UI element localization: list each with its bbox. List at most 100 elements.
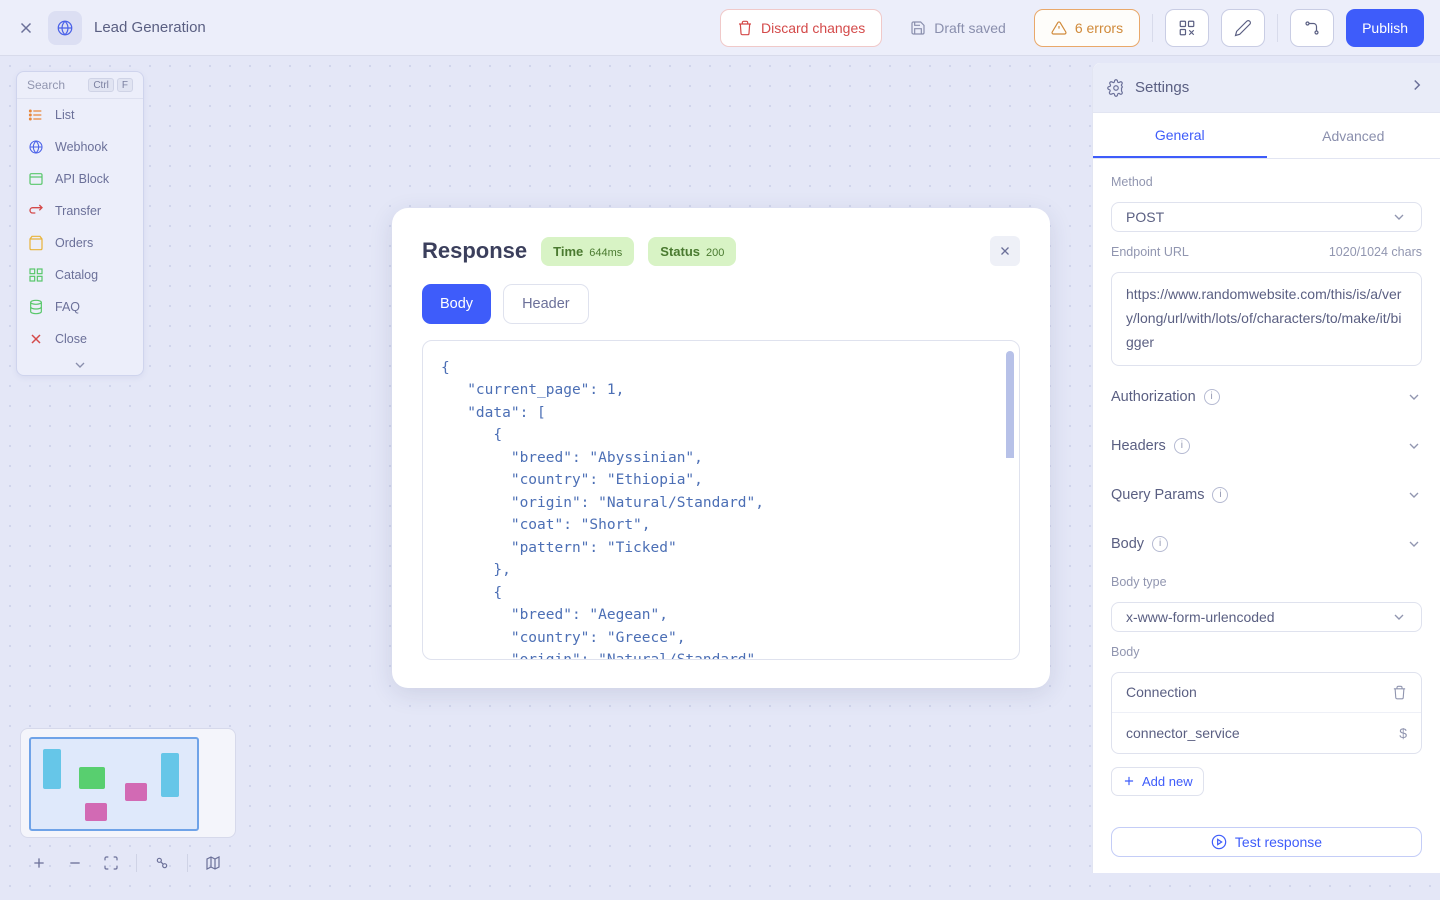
body-type-select[interactable]: x-www-form-urlencoded: [1111, 602, 1422, 632]
warning-icon: [1051, 20, 1067, 36]
body-row[interactable]: connector_service $: [1112, 713, 1421, 753]
section-headers[interactable]: Headers i: [1111, 428, 1422, 464]
minimap-block: [79, 767, 105, 789]
info-icon: i: [1152, 536, 1168, 552]
zoom-in-button[interactable]: [28, 852, 50, 874]
redo-icon: [27, 202, 45, 220]
project-icon: [48, 11, 82, 45]
minimap-block: [43, 749, 61, 789]
tab-advanced[interactable]: Advanced: [1267, 113, 1440, 158]
palette-item-label: Orders: [55, 236, 93, 250]
test-response-button[interactable]: Test response: [1111, 827, 1422, 857]
settings-panel: Settings General Advanced Method POST En…: [1092, 63, 1440, 873]
globe-icon: [56, 19, 74, 37]
palette-item-orders[interactable]: Orders: [17, 227, 143, 259]
plus-icon: [31, 855, 47, 871]
trash-icon: [737, 20, 753, 36]
play-icon: [1211, 834, 1227, 850]
publish-label: Publish: [1362, 20, 1408, 36]
time-badge: Time 644ms: [541, 237, 634, 266]
palette-item-api[interactable]: API Block: [17, 163, 143, 195]
response-modal: Response Time 644ms Status 200 Body Head…: [392, 208, 1050, 688]
errors-button[interactable]: 6 errors: [1034, 9, 1140, 47]
palette-expand[interactable]: [17, 355, 143, 375]
endpoint-label: Endpoint URL: [1111, 245, 1189, 259]
chevron-down-icon: [1406, 438, 1422, 454]
settings-title: Settings: [1135, 79, 1189, 96]
body-type-value: x-www-form-urlencoded: [1126, 609, 1275, 625]
flow-button[interactable]: [1290, 9, 1334, 47]
plus-icon: [1122, 774, 1136, 788]
tab-header[interactable]: Header: [503, 284, 589, 324]
tidy-button[interactable]: [151, 852, 173, 874]
edit-button[interactable]: [1221, 9, 1265, 47]
trash-icon[interactable]: [1392, 685, 1407, 700]
flow-icon: [1303, 19, 1321, 37]
info-icon: i: [1174, 438, 1190, 454]
collapse-panel-button[interactable]: [1408, 76, 1426, 99]
list-icon: [27, 106, 45, 124]
crosshair-icon: [103, 855, 119, 871]
pencil-icon: [1234, 19, 1252, 37]
endpoint-url-input[interactable]: https://www.randomwebsite.com/this/is/a/…: [1111, 272, 1422, 365]
publish-button[interactable]: Publish: [1346, 9, 1424, 47]
palette-item-catalog[interactable]: Catalog: [17, 259, 143, 291]
body-type-label: Body type: [1111, 575, 1422, 589]
palette-item-transfer[interactable]: Transfer: [17, 195, 143, 227]
method-select[interactable]: POST: [1111, 202, 1422, 232]
discard-label: Discard changes: [761, 20, 865, 36]
tab-general[interactable]: General: [1093, 113, 1267, 158]
zoom-out-button[interactable]: [64, 852, 86, 874]
palette-item-faq[interactable]: FAQ: [17, 291, 143, 323]
x-icon: [27, 330, 45, 348]
minimap-viewport[interactable]: [29, 737, 199, 831]
divider: [136, 854, 137, 872]
save-icon: [910, 20, 926, 36]
chevron-down-icon: [1406, 536, 1422, 552]
minimap-block: [125, 783, 147, 801]
palette-item-label: List: [55, 108, 74, 122]
divider: [1152, 14, 1153, 42]
map-icon: [205, 855, 221, 871]
body-row-key: Connection: [1126, 684, 1197, 700]
chevron-down-icon: [1406, 389, 1422, 405]
palette-item-label: Webhook: [55, 140, 108, 154]
palette-item-webhook[interactable]: Webhook: [17, 131, 143, 163]
errors-label: 6 errors: [1075, 20, 1123, 36]
body-row[interactable]: Connection: [1112, 673, 1421, 713]
minimap[interactable]: [20, 728, 236, 838]
status-badge: Status 200: [648, 237, 736, 266]
minimap-block: [85, 803, 107, 821]
section-body[interactable]: Body i: [1111, 526, 1422, 562]
chevron-down-icon: [72, 357, 88, 373]
body-rows: Connection connector_service $: [1111, 672, 1422, 754]
section-authorization[interactable]: Authorization i: [1111, 379, 1422, 415]
library-icon: [1178, 19, 1196, 37]
close-editor-button[interactable]: [16, 18, 36, 38]
tab-body[interactable]: Body: [422, 284, 491, 324]
map-button[interactable]: [202, 852, 224, 874]
dollar-icon[interactable]: $: [1399, 725, 1407, 741]
palette-item-label: FAQ: [55, 300, 80, 314]
palette-item-list[interactable]: List: [17, 99, 143, 131]
block-palette: Search Ctrl F List Webhook API Block Tra…: [16, 71, 144, 376]
palette-search[interactable]: Search Ctrl F: [17, 72, 143, 99]
fit-button[interactable]: [100, 852, 122, 874]
discard-button[interactable]: Discard changes: [720, 9, 882, 47]
x-icon: [998, 244, 1012, 258]
section-query-params[interactable]: Query Params i: [1111, 477, 1422, 513]
library-button[interactable]: [1165, 9, 1209, 47]
database-icon: [27, 298, 45, 316]
minimap-block: [161, 753, 179, 797]
modal-close-button[interactable]: [990, 236, 1020, 266]
palette-search-label: Search: [27, 78, 65, 92]
palette-item-close[interactable]: Close: [17, 323, 143, 355]
add-body-row-button[interactable]: Add new: [1111, 767, 1204, 796]
grid-icon: [27, 266, 45, 284]
api-icon: [27, 170, 45, 188]
layers-icon: [154, 855, 170, 871]
response-body-code[interactable]: { "current_page": 1, "data": [ { "breed"…: [422, 340, 1020, 660]
palette-item-label: API Block: [55, 172, 109, 186]
minus-icon: [67, 855, 83, 871]
x-icon: [17, 19, 35, 37]
